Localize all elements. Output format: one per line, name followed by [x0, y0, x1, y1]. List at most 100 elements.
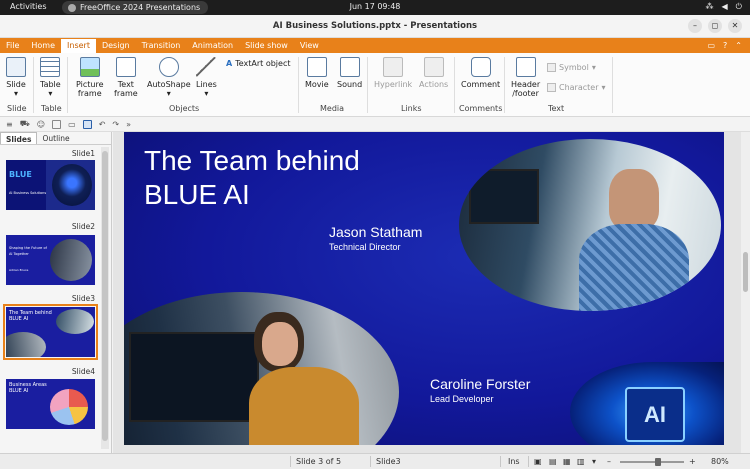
tab-slide-show[interactable]: Slide show — [239, 38, 294, 53]
textart-button[interactable]: A TextArt object — [226, 59, 290, 68]
zoom-slider-handle[interactable] — [655, 458, 662, 466]
autoshape-label: AutoShape — [147, 80, 191, 89]
clock[interactable]: Jun 17 09:48 — [0, 2, 750, 11]
slide-position: Slide 3 of 5 — [296, 457, 342, 466]
music-note-icon — [339, 57, 360, 77]
slide-thumbnail-3[interactable]: The Team behind BLUE AI — [3, 304, 98, 360]
zoom-out-button[interactable]: – — [607, 457, 611, 466]
ribbon-display-icon[interactable]: ▭ — [707, 38, 715, 53]
insert-table-button[interactable]: Table ▾ — [40, 57, 61, 98]
symbol-button[interactable]: Symbol ▾ — [547, 63, 596, 72]
minimize-button[interactable]: – — [688, 19, 702, 33]
zoom-in-button[interactable]: + — [689, 457, 696, 466]
sound-label: Sound — [337, 80, 363, 89]
canvas-scrollbar-thumb[interactable] — [743, 252, 748, 292]
open-folder-icon[interactable]: ▭ — [68, 120, 76, 129]
menu-icon[interactable]: ≡ — [6, 120, 13, 129]
tab-insert[interactable]: Insert — [61, 39, 96, 53]
slide-thumb-text: The Team behind BLUE AI — [9, 310, 52, 322]
view-outline-icon[interactable]: ▤ — [549, 457, 557, 466]
ai-chip-label: AI — [625, 387, 685, 442]
slide-thumbnail-2[interactable]: Shaping the Future of AI Together Adrian… — [6, 235, 95, 285]
cart-icon[interactable]: ⛟ — [20, 119, 30, 129]
view-sorter-icon[interactable]: ▦ — [563, 457, 571, 466]
group-label-comments: Comments — [459, 104, 503, 113]
tab-outline[interactable]: Outline — [37, 132, 74, 144]
window-titlebar: AI Business Solutions.pptx - Presentatio… — [0, 15, 750, 38]
slide-thumb-subtext: AI Business Solutions — [9, 191, 47, 195]
shapes-icon — [158, 57, 179, 77]
help-icon[interactable]: ? — [723, 38, 727, 53]
person-1-name: Jason Statham — [329, 224, 423, 240]
tab-animation[interactable]: Animation — [186, 38, 239, 53]
power-icon: ⏻ — [735, 2, 742, 11]
text-frame-button[interactable]: Text frame — [114, 57, 138, 98]
person-2-role: Lead Developer — [430, 394, 494, 404]
chevron-down-icon: ▾ — [204, 89, 209, 98]
developer-photo-2[interactable] — [124, 292, 399, 445]
chevron-down-icon: ▾ — [601, 83, 606, 92]
zoom-slider[interactable] — [620, 461, 684, 463]
slide-thumb-image — [52, 164, 92, 206]
ribbon-tabs: File Home Insert Design Transition Anima… — [0, 38, 750, 53]
developer-photo-1[interactable] — [459, 139, 721, 311]
comment-button[interactable]: Comment — [461, 57, 500, 89]
tab-file[interactable]: File — [0, 38, 25, 53]
header-footer-button[interactable]: Header /footer — [511, 57, 540, 98]
character-label: Character — [559, 83, 599, 92]
close-button[interactable]: ✕ — [728, 19, 742, 33]
chevron-down-icon: ▾ — [166, 89, 171, 98]
picture-frame-button[interactable]: Picture frame — [76, 57, 104, 98]
user-icon[interactable]: ☺ — [37, 120, 45, 129]
tab-home[interactable]: Home — [25, 38, 61, 53]
hyperlink-button[interactable]: Hyperlink — [374, 57, 412, 89]
header-footer-label: Header /footer — [511, 80, 541, 98]
sound-button[interactable]: Sound — [337, 57, 362, 89]
movie-label: Movie — [305, 80, 329, 89]
character-button[interactable]: Character ▾ — [547, 83, 606, 92]
slide-thumbnail-4[interactable]: Business Areas BLUE AI — [6, 379, 95, 429]
tab-transition[interactable]: Transition — [136, 38, 187, 53]
autoshape-button[interactable]: AutoShape ▾ — [147, 57, 191, 98]
save-icon[interactable] — [82, 119, 92, 129]
movie-button[interactable]: Movie — [305, 57, 329, 89]
status-bar: Slide 3 of 5 Slide3 Ins ▣ ▤ ▦ ▥ ▾ – + 80… — [0, 453, 750, 469]
system-tray[interactable]: ⁂ ◀ ⏻ — [706, 2, 742, 12]
zoom-level: 80% — [711, 457, 729, 466]
slide-thumb-label: Slide1 — [71, 149, 95, 158]
text-frame-label: Text frame — [114, 80, 138, 98]
tab-view[interactable]: View — [294, 38, 325, 53]
slide-thumb-text: Shaping the Future of AI Together — [9, 246, 47, 256]
view-notes-icon[interactable]: ▥ — [577, 457, 585, 466]
header-footer-icon — [515, 57, 536, 77]
slide-title[interactable]: The Team behind BLUE AI — [144, 144, 360, 212]
new-slide-icon — [6, 57, 26, 77]
window-title: AI Business Solutions.pptx - Presentatio… — [272, 21, 478, 31]
character-icon — [547, 83, 556, 92]
new-document-icon[interactable] — [52, 119, 62, 129]
slides-panel-scrollbar[interactable] — [101, 147, 109, 449]
lines-button[interactable]: Lines ▾ — [196, 57, 217, 98]
insert-mode[interactable]: Ins — [508, 457, 520, 466]
ribbon-collapse-icon[interactable]: ⌃ — [735, 38, 742, 53]
ai-chip-image[interactable]: AI — [570, 362, 724, 445]
person-1-caption[interactable]: Jason Statham Technical Director — [329, 224, 422, 253]
more-icon[interactable]: » — [126, 120, 131, 129]
current-slide[interactable]: AI The Team behind BLUE AI Jason Statham… — [124, 132, 724, 445]
link-icon — [383, 57, 404, 77]
network-icon: ⁂ — [705, 2, 714, 11]
symbol-icon — [547, 63, 556, 72]
person-2-caption[interactable]: Caroline Forster Lead Developer — [430, 376, 530, 405]
slide-thumbnail-1[interactable]: BLUE AI Business Solutions — [6, 160, 95, 210]
redo-icon[interactable]: ↷ — [112, 120, 119, 129]
tab-slides[interactable]: Slides — [0, 132, 38, 144]
undo-icon[interactable]: ↶ — [99, 120, 106, 129]
actions-button[interactable]: Actions — [419, 57, 448, 89]
view-options-icon[interactable]: ▾ — [592, 457, 596, 466]
actions-label: Actions — [419, 80, 449, 89]
tab-design[interactable]: Design — [96, 38, 136, 53]
canvas-scrollbar[interactable] — [741, 132, 750, 453]
view-normal-icon[interactable]: ▣ — [534, 457, 542, 466]
insert-slide-button[interactable]: Slide ▾ — [6, 57, 26, 98]
maximize-button[interactable]: ◻ — [708, 19, 722, 33]
